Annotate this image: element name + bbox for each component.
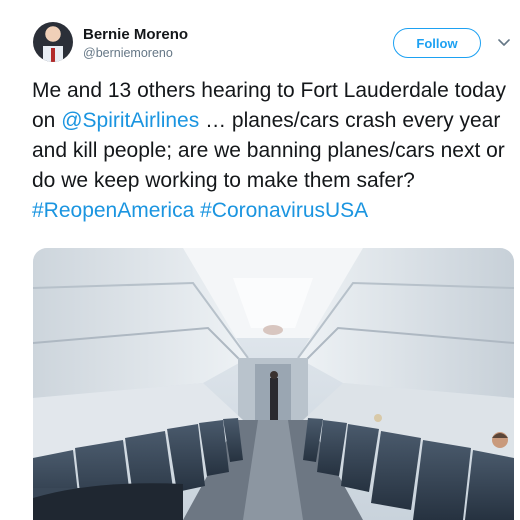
tweet-card: Bernie Moreno @berniemoreno Follow Me an… [0,0,520,520]
mention-link[interactable]: @SpiritAirlines [61,109,199,132]
author-handle[interactable]: @berniemoreno [83,46,173,60]
tweet-header: Bernie Moreno @berniemoreno Follow [0,0,520,70]
tweet-text: Me and 13 others hearing to Fort Lauderd… [32,76,512,226]
author-name[interactable]: Bernie Moreno [83,26,188,43]
chevron-down-icon[interactable] [497,36,511,50]
avatar[interactable] [33,22,73,62]
follow-button[interactable]: Follow [393,28,481,58]
airplane-cabin-photo [33,248,514,520]
avatar-tie [51,48,55,62]
tweet-media-photo[interactable] [33,248,514,520]
hashtag-reopen-america[interactable]: #ReopenAmerica [32,199,194,222]
hashtag-coronavirus-usa[interactable]: #CoronavirusUSA [200,199,368,222]
